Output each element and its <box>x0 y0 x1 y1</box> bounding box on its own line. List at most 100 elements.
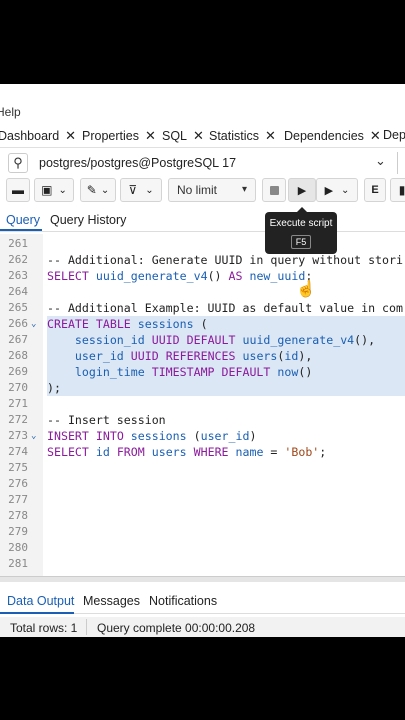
line-code: CREATE TABLE sessions ( <box>47 316 405 332</box>
line-number: 280 <box>8 541 28 554</box>
line-number: 277 <box>8 493 28 506</box>
line-code: SELECT uuid_generate_v4() AS new_uuid; <box>47 269 313 283</box>
editor-line: 267 session_id UUID DEFAULT uuid_generat… <box>0 332 405 348</box>
tab-dependents[interactable]: Dep <box>383 128 405 142</box>
menu-help[interactable]: Help <box>0 105 21 119</box>
line-code: -- Additional Example: UUID as default v… <box>47 301 403 315</box>
line-number: 267 <box>8 333 28 346</box>
editor-line: 261 <box>0 236 405 252</box>
tab-label: Properties <box>82 129 139 143</box>
fold-chevron-icon[interactable]: ⌄ <box>31 428 36 444</box>
close-icon[interactable]: ✕ <box>65 128 76 143</box>
editor-line: 264 <box>0 284 405 300</box>
fold-chevron-icon[interactable]: ⌄ <box>31 316 36 332</box>
tab-dependencies[interactable]: Dependencies ✕ <box>284 128 381 144</box>
tab-sql[interactable]: SQL ✕ <box>162 128 204 144</box>
line-number: 281 <box>8 557 28 570</box>
line-number: 274 <box>8 445 28 458</box>
tab-properties[interactable]: Properties ✕ <box>82 128 156 144</box>
line-code: user_id UUID REFERENCES users(id), <box>47 348 405 364</box>
explain-icon: E <box>371 184 379 196</box>
editor-line: 269 login_time TIMESTAMP DEFAULT now() <box>0 364 405 380</box>
divider <box>397 152 398 174</box>
stop-icon <box>269 185 279 195</box>
line-code: ); <box>47 380 405 396</box>
line-number: 266 <box>8 317 28 330</box>
execute-script-button[interactable]: ▶ <box>288 178 316 202</box>
editor-line: 271 <box>0 396 405 412</box>
divider <box>86 619 87 635</box>
mouse-pointer-icon: ☝ <box>296 281 316 298</box>
query-status: Query complete 00:00:00.208 <box>97 621 256 635</box>
editor-line: 278 <box>0 508 405 524</box>
save-file-button[interactable]: ▣ ⌄ <box>34 178 74 202</box>
close-icon[interactable]: ✕ <box>193 128 204 143</box>
object-tabbar: Dashboard ✕ Properties ✕ SQL ✕ Statistics ✕ … <box>0 124 405 148</box>
line-number: 272 <box>8 413 28 426</box>
tab-label: Dependencies <box>284 129 364 143</box>
tab-query-history[interactable]: Query History <box>50 213 126 227</box>
line-number: 265 <box>8 301 28 314</box>
output-tabs: Data Output Messages Notifications <box>0 590 405 614</box>
tab-dashboard[interactable]: Dashboard ✕ <box>0 128 76 144</box>
editor-line: 274 SELECT id FROM users WHERE name = 'Bo… <box>0 444 405 460</box>
tab-label: Dep <box>383 128 405 142</box>
line-code: INSERT INTO sessions (user_id) <box>47 429 257 443</box>
editor-line: 279 <box>0 524 405 540</box>
tab-statistics[interactable]: Statistics ✕ <box>209 128 276 144</box>
line-number: 269 <box>8 365 28 378</box>
filter-button[interactable]: ⊽ ⌄ <box>120 178 162 202</box>
tab-notifications[interactable]: Notifications <box>149 594 217 608</box>
line-number: 273 <box>8 429 28 442</box>
line-number: 276 <box>8 477 28 490</box>
chevron-down-icon[interactable]: ⌄ <box>145 185 153 196</box>
chevron-down-icon: ▾ <box>241 184 247 195</box>
editor-line: 276 <box>0 476 405 492</box>
line-code: SELECT id FROM users WHERE name = 'Bob'; <box>47 445 327 459</box>
tab-label: Dashboard <box>0 129 60 143</box>
limit-value: No limit <box>177 183 218 197</box>
connection-plug-icon[interactable]: ⚲ <box>8 153 28 173</box>
close-icon[interactable]: ✕ <box>145 128 156 143</box>
explain-button[interactable]: ▶ ⌄ <box>316 178 358 202</box>
chart-icon: ▮ <box>398 183 405 197</box>
tooltip-title: Execute script <box>269 218 333 229</box>
close-icon[interactable]: ✕ <box>265 128 276 143</box>
execute-script-tooltip: Execute script F5 <box>265 207 337 254</box>
edit-button[interactable]: ✎ ⌄ <box>80 178 116 202</box>
folder-icon: ▬ <box>12 183 24 197</box>
chevron-down-icon[interactable]: ⌄ <box>101 185 109 196</box>
chevron-down-icon[interactable]: ⌄ <box>58 185 66 196</box>
editor-line: 277 <box>0 492 405 508</box>
line-number: 268 <box>8 349 28 362</box>
stop-button[interactable] <box>262 178 286 202</box>
active-tab-indicator <box>0 612 74 614</box>
active-tab-indicator <box>0 229 42 231</box>
editor-line: 268 user_id UUID REFERENCES users(id), <box>0 348 405 364</box>
horizontal-scrollbar[interactable] <box>0 576 405 582</box>
tab-query[interactable]: Query <box>6 213 40 227</box>
connection-label[interactable]: postgres/postgres@PostgreSQL 17 <box>39 156 236 170</box>
chevron-down-icon[interactable]: ⌄ <box>375 153 386 169</box>
filter-icon: ⊽ <box>128 183 138 197</box>
line-number: 262 <box>8 253 28 266</box>
tab-messages[interactable]: Messages <box>83 594 140 608</box>
limit-select[interactable]: No limit ▾ <box>168 178 256 202</box>
explain-analyze-button[interactable]: E <box>364 178 386 202</box>
tab-data-output[interactable]: Data Output <box>7 594 74 608</box>
sql-editor[interactable]: 261 262 -- Additional: Generate UUID in q… <box>0 234 405 582</box>
total-rows: Total rows: 1 <box>10 621 78 635</box>
close-icon[interactable]: ✕ <box>370 128 381 143</box>
line-code: -- Insert session <box>47 413 166 427</box>
editor-line: 275 <box>0 460 405 476</box>
line-code: login_time TIMESTAMP DEFAULT now() <box>47 364 405 380</box>
open-file-button[interactable]: ▬ <box>6 178 30 202</box>
editor-line: 262 -- Additional: Generate UUID in query… <box>0 252 405 268</box>
editor-line: 266 ⌄ CREATE TABLE sessions ( <box>0 316 405 332</box>
editor-line: 265 -- Additional Example: UUID as defaul… <box>0 300 405 316</box>
chevron-down-icon[interactable]: ⌄ <box>341 185 349 196</box>
line-number: 275 <box>8 461 28 474</box>
graph-button[interactable]: ▮ <box>390 178 405 202</box>
tooltip-shortcut: F5 <box>291 235 311 249</box>
line-number: 264 <box>8 285 28 298</box>
